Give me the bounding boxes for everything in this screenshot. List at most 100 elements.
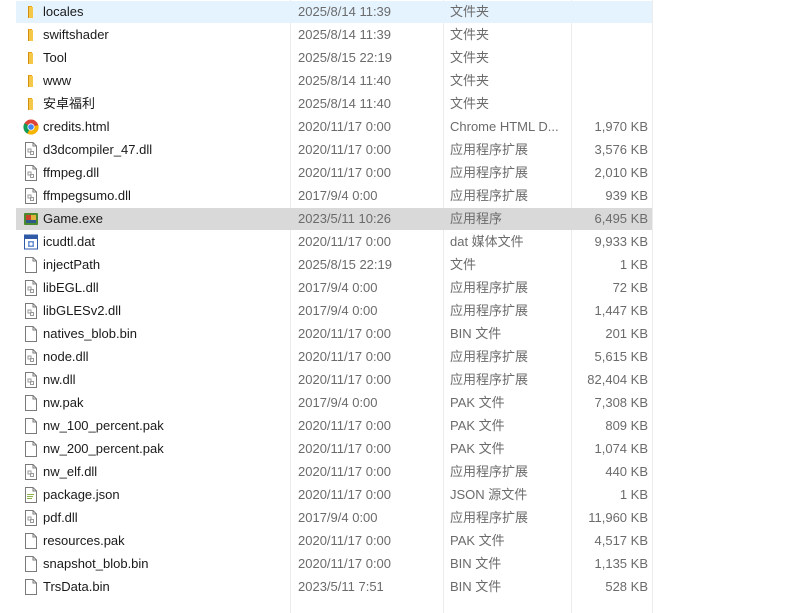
file-type: 文件夹 xyxy=(450,96,490,111)
file-name: 安卓福利 xyxy=(43,96,96,111)
file-row[interactable]: ffmpeg.dll 2020/11/17 0:00 应用程序扩展 2,010 KB xyxy=(0,161,800,184)
file-row[interactable]: pdf.dll 2017/9/4 0:00 应用程序扩展 11,960 KB xyxy=(0,506,800,529)
file-row[interactable]: credits.html 2020/11/17 0:00 Chrome HTML D… xyxy=(0,115,800,138)
file-row[interactable]: 安卓福利 2025/8/14 11:40 文件夹 xyxy=(0,92,800,115)
file-size xyxy=(570,23,648,46)
file-row[interactable]: ffmpegsumo.dll 2017/9/4 0:00 应用程序扩展 939 KB xyxy=(0,184,800,207)
file-date-modified: 2020/11/17 0:00 xyxy=(298,487,392,502)
file-type: 应用程序扩展 xyxy=(450,280,529,295)
file-name: credits.html xyxy=(43,119,110,134)
file-date-modified: 2020/11/17 0:00 xyxy=(298,142,392,157)
file-date-modified: 2020/11/17 0:00 xyxy=(298,372,392,387)
file-row[interactable]: nw.dll 2020/11/17 0:00 应用程序扩展 82,404 KB xyxy=(0,368,800,391)
file-name: ffmpeg.dll xyxy=(43,165,100,180)
file-type: Chrome HTML D... xyxy=(450,119,559,134)
blank-file-icon xyxy=(22,253,40,276)
media-file-icon xyxy=(22,230,40,253)
file-row[interactable]: d3dcompiler_47.dll 2020/11/17 0:00 应用程序扩展 3… xyxy=(0,138,800,161)
file-row[interactable]: Game.exe 2023/5/11 10:26 应用程序 6,495 KB xyxy=(0,207,800,230)
file-row[interactable]: www 2025/8/14 11:40 文件夹 xyxy=(0,69,800,92)
file-row[interactable]: nw_elf.dll 2020/11/17 0:00 应用程序扩展 440 KB xyxy=(0,460,800,483)
file-name: nw.pak xyxy=(43,395,84,410)
file-type: PAK 文件 xyxy=(450,441,505,456)
folder-icon xyxy=(22,92,40,115)
file-row[interactable]: libEGL.dll 2017/9/4 0:00 应用程序扩展 72 KB xyxy=(0,276,800,299)
file-size: 1,447 KB xyxy=(594,303,649,318)
file-name: swiftshader xyxy=(43,27,109,42)
file-type: PAK 文件 xyxy=(450,533,505,548)
file-row[interactable]: nw_200_percent.pak 2020/11/17 0:00 PAK 文件 1… xyxy=(0,437,800,460)
file-row[interactable]: nw_100_percent.pak 2020/11/17 0:00 PAK 文件 8… xyxy=(0,414,800,437)
file-date-modified: 2025/8/14 11:39 xyxy=(298,27,392,42)
file-date-modified: 2017/9/4 0:00 xyxy=(298,510,378,525)
file-name: snapshot_blob.bin xyxy=(43,556,149,571)
file-size: 5,615 KB xyxy=(594,349,649,364)
file-name: TrsData.bin xyxy=(43,579,110,594)
file-size: 1,074 KB xyxy=(594,441,649,456)
file-size: 1 KB xyxy=(619,487,648,502)
file-name: nw_elf.dll xyxy=(43,464,98,479)
file-size: 9,933 KB xyxy=(594,234,649,249)
file-name: d3dcompiler_47.dll xyxy=(43,142,153,157)
file-date-modified: 2025/8/15 22:19 xyxy=(298,257,392,272)
file-type: 文件夹 xyxy=(450,4,490,19)
file-row[interactable]: node.dll 2020/11/17 0:00 应用程序扩展 5,615 KB xyxy=(0,345,800,368)
file-row[interactable]: icudtl.dat 2020/11/17 0:00 dat 媒体文件 9,933 K… xyxy=(0,230,800,253)
file-row[interactable]: TrsData.bin 2023/5/11 7:51 BIN 文件 528 KB xyxy=(0,575,800,598)
file-size xyxy=(570,0,648,23)
file-row[interactable]: resources.pak 2020/11/17 0:00 PAK 文件 4,517 … xyxy=(0,529,800,552)
file-name: ffmpegsumo.dll xyxy=(43,188,131,203)
file-row[interactable]: libGLESv2.dll 2017/9/4 0:00 应用程序扩展 1,447 KB xyxy=(0,299,800,322)
file-name: Game.exe xyxy=(43,211,103,226)
file-type: 文件夹 xyxy=(450,50,490,65)
file-date-modified: 2025/8/14 11:40 xyxy=(298,73,392,88)
file-size: 72 KB xyxy=(612,280,648,295)
file-date-modified: 2020/11/17 0:00 xyxy=(298,556,392,571)
dll-file-icon xyxy=(22,506,40,529)
file-type: 应用程序扩展 xyxy=(450,188,529,203)
file-name: nw_200_percent.pak xyxy=(43,441,164,456)
file-date-modified: 2020/11/17 0:00 xyxy=(298,418,392,433)
file-name: nw.dll xyxy=(43,372,76,387)
file-name: node.dll xyxy=(43,349,89,364)
file-type: 应用程序扩展 xyxy=(450,165,529,180)
file-date-modified: 2017/9/4 0:00 xyxy=(298,395,378,410)
file-row[interactable]: snapshot_blob.bin 2020/11/17 0:00 BIN 文件 1,… xyxy=(0,552,800,575)
file-type: BIN 文件 xyxy=(450,556,502,571)
file-size xyxy=(570,69,648,92)
file-type: 文件 xyxy=(450,257,477,272)
file-date-modified: 2020/11/17 0:00 xyxy=(298,326,392,341)
file-type: 应用程序扩展 xyxy=(450,303,529,318)
file-name: nw_100_percent.pak xyxy=(43,418,164,433)
file-size: 201 KB xyxy=(605,326,648,341)
file-name: resources.pak xyxy=(43,533,125,548)
dll-file-icon xyxy=(22,299,40,322)
file-size: 1,970 KB xyxy=(594,119,649,134)
file-row[interactable]: swiftshader 2025/8/14 11:39 文件夹 xyxy=(0,23,800,46)
folder-icon xyxy=(22,46,40,69)
file-type: 应用程序扩展 xyxy=(450,349,529,364)
file-row[interactable]: injectPath 2025/8/15 22:19 文件 1 KB xyxy=(0,253,800,276)
game-exe-icon xyxy=(22,207,40,230)
blank-file-icon xyxy=(22,529,40,552)
file-row[interactable]: locales 2025/8/14 11:39 文件夹 xyxy=(0,0,800,23)
file-name: locales xyxy=(43,4,84,19)
file-size: 3,576 KB xyxy=(594,142,649,157)
file-type: 应用程序扩展 xyxy=(450,372,529,387)
blank-file-icon xyxy=(22,575,40,598)
file-date-modified: 2017/9/4 0:00 xyxy=(298,303,378,318)
file-date-modified: 2025/8/14 11:40 xyxy=(298,96,392,111)
dll-file-icon xyxy=(22,368,40,391)
blank-file-icon xyxy=(22,391,40,414)
file-name: icudtl.dat xyxy=(43,234,96,249)
file-row[interactable]: natives_blob.bin 2020/11/17 0:00 BIN 文件 201… xyxy=(0,322,800,345)
file-row[interactable]: package.json 2020/11/17 0:00 JSON 源文件 1 KB xyxy=(0,483,800,506)
dll-file-icon xyxy=(22,345,40,368)
file-row[interactable]: Tool 2025/8/15 22:19 文件夹 xyxy=(0,46,800,69)
dll-file-icon xyxy=(22,460,40,483)
file-size: 4,517 KB xyxy=(594,533,649,548)
file-name: libEGL.dll xyxy=(43,280,99,295)
file-row[interactable]: nw.pak 2017/9/4 0:00 PAK 文件 7,308 KB xyxy=(0,391,800,414)
file-type: dat 媒体文件 xyxy=(450,234,524,249)
file-size: 1 KB xyxy=(619,257,648,272)
